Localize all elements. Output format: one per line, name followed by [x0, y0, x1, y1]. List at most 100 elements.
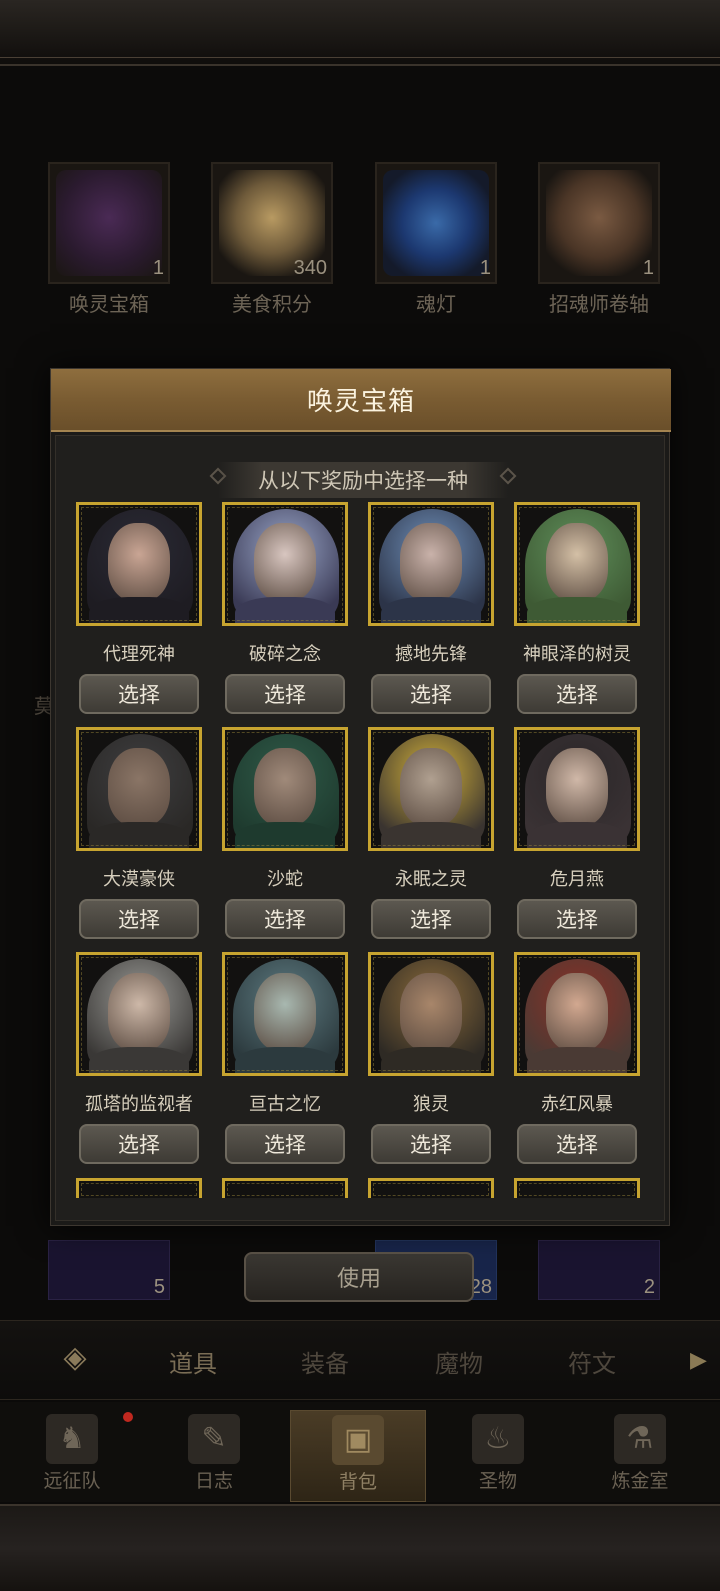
select-button[interactable]: 选择: [517, 899, 637, 939]
nav-label: 背包: [338, 1471, 377, 1493]
inventory-item[interactable]: 2: [538, 1240, 660, 1300]
portrait-face: [400, 748, 462, 826]
hero-portrait[interactable]: [222, 952, 348, 1076]
hero-card: 狼灵 选择: [368, 952, 494, 1164]
hero-card: 撼地先锋 选择: [368, 502, 494, 714]
item-count: 1: [479, 257, 491, 279]
hero-portrait[interactable]: [514, 727, 640, 851]
tab-runes[interactable]: 符文: [547, 1344, 637, 1379]
portrait-face: [546, 973, 608, 1051]
hero-name: 破碎之念: [249, 644, 321, 665]
hero-card-partial: [368, 1178, 494, 1198]
subtitle-banner: 从以下奖励中选择一种: [218, 462, 508, 498]
bottom-frame: [0, 1504, 720, 1591]
backpack-icon: ▣: [332, 1415, 384, 1465]
portrait-cloth: [89, 822, 189, 848]
inventory-item-summon-chest[interactable]: 1: [48, 162, 170, 284]
select-button[interactable]: 选择: [225, 674, 345, 714]
hero-portrait[interactable]: [514, 1178, 640, 1198]
select-button[interactable]: 选择: [371, 674, 491, 714]
hero-portrait[interactable]: [368, 502, 494, 626]
hero-portrait[interactable]: [76, 727, 202, 851]
select-button[interactable]: 选择: [371, 1124, 491, 1164]
hero-name: 沙蛇: [267, 869, 303, 890]
portrait-cloth: [527, 597, 627, 623]
hero-portrait[interactable]: [368, 952, 494, 1076]
portrait-cloth: [235, 1047, 335, 1073]
item-count: 1: [152, 257, 164, 279]
hero-name: 赤红风暴: [541, 1094, 613, 1115]
portrait-cloth: [381, 1047, 481, 1073]
hero-portrait[interactable]: [222, 1178, 348, 1198]
portrait-cloth: [235, 822, 335, 848]
select-button[interactable]: 选择: [79, 674, 199, 714]
reward-selection-modal: 唤灵宝箱 从以下奖励中选择一种 代理死神 选择 破碎之念 选择 撼地先锋 选择 神眼泽的树灵…: [50, 368, 671, 1226]
select-button[interactable]: 选择: [371, 899, 491, 939]
hero-name: 代理死神: [103, 644, 175, 665]
portrait-face: [400, 523, 462, 601]
nav-label: 炼金室: [611, 1470, 669, 1492]
modal-subtitle: 从以下奖励中选择一种: [258, 469, 468, 493]
hero-name: 狼灵: [413, 1094, 449, 1115]
portrait-face: [254, 973, 316, 1051]
hero-portrait[interactable]: [368, 1178, 494, 1198]
select-button[interactable]: 选择: [225, 899, 345, 939]
select-button[interactable]: 选择: [79, 1124, 199, 1164]
nav-expedition[interactable]: ♞ 远征队: [12, 1410, 132, 1500]
portrait-cloth: [235, 597, 335, 623]
inventory-item-scroll[interactable]: 1: [538, 162, 660, 284]
nav-journal[interactable]: ✎ 日志: [154, 1410, 274, 1500]
select-button[interactable]: 选择: [79, 899, 199, 939]
select-button[interactable]: 选择: [225, 1124, 345, 1164]
tab-items[interactable]: 道具: [148, 1344, 238, 1379]
relic-icon: ♨: [472, 1414, 524, 1464]
hero-card: 永眠之灵 选择: [368, 727, 494, 939]
nav-relics[interactable]: ♨ 圣物: [438, 1410, 558, 1500]
horned-helmet-icon: ♞: [46, 1414, 98, 1464]
hero-card-partial: [514, 1178, 640, 1198]
scroll-icon: [546, 170, 652, 276]
alchemy-icon: ⚗: [614, 1414, 666, 1464]
select-button[interactable]: 选择: [517, 674, 637, 714]
inventory-label: 招魂师卷轴: [549, 292, 649, 316]
use-button[interactable]: 使用: [244, 1252, 474, 1302]
portrait-face: [108, 523, 170, 601]
nav-alchemy[interactable]: ⚗ 炼金室: [580, 1410, 700, 1500]
portrait-cloth: [89, 597, 189, 623]
hero-name: 撼地先锋: [395, 644, 467, 665]
hero-card: 赤红风暴 选择: [514, 952, 640, 1164]
hero-card: 危月燕 选择: [514, 727, 640, 939]
hero-name: 大漠豪侠: [103, 869, 175, 890]
hero-portrait[interactable]: [368, 727, 494, 851]
inventory-item-soul-lamp[interactable]: 1: [375, 162, 497, 284]
hero-portrait[interactable]: [514, 502, 640, 626]
nav-label: 远征队: [43, 1470, 101, 1492]
hero-name: 神眼泽的树灵: [523, 644, 631, 665]
hero-card-partial: [222, 1178, 348, 1198]
tab-equipment[interactable]: 装备: [280, 1344, 370, 1379]
portrait-face: [108, 973, 170, 1051]
hero-portrait[interactable]: [222, 502, 348, 626]
select-button[interactable]: 选择: [517, 1124, 637, 1164]
notification-dot: [123, 1412, 133, 1422]
hero-portrait[interactable]: [514, 952, 640, 1076]
hero-portrait[interactable]: [76, 502, 202, 626]
modal-header: 唤灵宝箱: [51, 369, 671, 432]
nav-backpack[interactable]: ▣ 背包: [290, 1410, 426, 1502]
portrait-face: [254, 748, 316, 826]
chevron-right-icon[interactable]: ▶: [690, 1348, 707, 1373]
hero-portrait[interactable]: [222, 727, 348, 851]
inventory-item[interactable]: 5: [48, 1240, 170, 1300]
modal-body[interactable]: 从以下奖励中选择一种 代理死神 选择 破碎之念 选择 撼地先锋 选择 神眼泽的树灵 选择 大漠豪…: [55, 435, 665, 1221]
nav-label: 日志: [194, 1470, 233, 1492]
portrait-cloth: [527, 822, 627, 848]
hero-portrait[interactable]: [76, 1178, 202, 1198]
tab-monsters[interactable]: 魔物: [414, 1344, 504, 1379]
portrait-cloth: [89, 1047, 189, 1073]
hero-portrait[interactable]: [76, 952, 202, 1076]
modal-title: 唤灵宝箱: [306, 387, 415, 417]
inventory-item-food-points[interactable]: 340: [211, 162, 333, 284]
portrait-face: [400, 973, 462, 1051]
diamond-icon[interactable]: ◈: [40, 1335, 110, 1379]
portrait-face: [546, 523, 608, 601]
